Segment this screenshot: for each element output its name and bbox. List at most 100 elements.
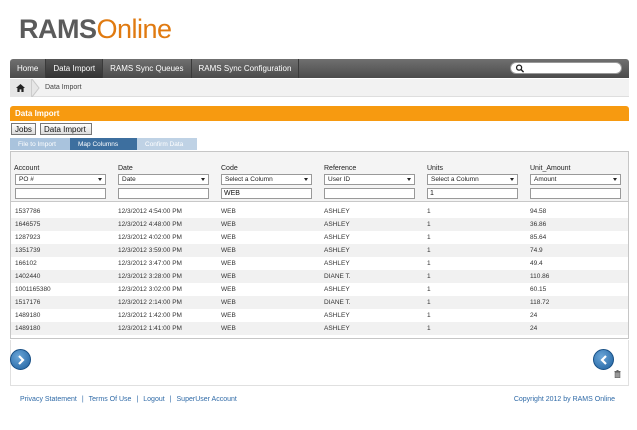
breadcrumb-current: Data Import — [45, 84, 82, 91]
panel-header: Data Import — [10, 106, 629, 121]
cell-date: 12/3/2012 4:48:00 PM — [118, 221, 182, 228]
cell-units: 1 — [427, 221, 431, 228]
date-column-select[interactable]: Date — [118, 174, 209, 185]
table-row[interactable]: 1287923 12/3/2012 4:02:00 PM WEB ASHLEY 1 85.… — [11, 231, 628, 244]
prev-button[interactable] — [593, 349, 614, 370]
units-filter-input[interactable]: 1 — [427, 188, 518, 199]
cell-units: 1 — [427, 312, 431, 319]
nav-rams-sync-queues[interactable]: RAMS Sync Queues — [103, 59, 192, 78]
units-column-select[interactable]: Select a Column — [427, 174, 518, 185]
privacy-statement-link[interactable]: Privacy Statement — [20, 396, 77, 403]
cell-reference: ASHLEY — [324, 325, 350, 332]
cell-unit-amount: 24 — [530, 325, 538, 332]
superuser-account-link[interactable]: SuperUser Account — [177, 396, 237, 403]
cell-code: WEB — [221, 286, 236, 293]
data-import-button[interactable]: Data Import — [40, 123, 92, 135]
breadcrumb-chevron-icon — [32, 79, 40, 97]
chevron-down-icon — [510, 178, 514, 181]
table-row[interactable]: 1517176 12/3/2012 2:14:00 PM WEB DIANE T. 1 1… — [11, 296, 628, 309]
breadcrumb-home[interactable] — [10, 79, 32, 97]
cell-units: 1 — [427, 299, 431, 306]
cell-reference: DIANE T. — [324, 273, 351, 280]
grid-header: Account Date Code Reference Units Unit_A… — [11, 152, 628, 202]
table-row[interactable]: 1489180 12/3/2012 1:41:00 PM WEB ASHLEY 1 24 — [11, 322, 628, 335]
table-row[interactable]: 1489180 12/3/2012 1:42:00 PM WEB ASHLEY 1 24 — [11, 309, 628, 322]
cell-unit-amount: 24 — [530, 312, 538, 319]
table-row[interactable]: 1001165380 12/3/2012 3:02:00 PM WEB ASHLEY 1… — [11, 283, 628, 296]
cell-code: WEB — [221, 273, 236, 280]
cell-units: 1 — [427, 273, 431, 280]
cell-units: 1 — [427, 260, 431, 267]
unit-amount-filter-input[interactable] — [530, 188, 621, 199]
code-column-select[interactable]: Select a Column — [221, 174, 312, 185]
table-row[interactable]: 1646575 12/3/2012 4:48:00 PM WEB ASHLEY 1 36.… — [11, 218, 628, 231]
home-icon — [16, 84, 25, 92]
cell-reference: DIANE T. — [324, 299, 351, 306]
search-input[interactable] — [510, 62, 622, 74]
logo: RAMSOnline — [19, 14, 172, 44]
footer-links: Privacy Statement | Terms Of Use | Logout | Su… — [20, 396, 237, 403]
logo-rams: RAMS — [19, 14, 97, 44]
cell-reference: ASHLEY — [324, 234, 350, 241]
account-select-value: PO # — [19, 176, 34, 183]
next-button[interactable] — [10, 349, 31, 370]
cell-code: WEB — [221, 312, 236, 319]
chevron-down-icon — [613, 178, 617, 181]
cell-code: WEB — [221, 299, 236, 306]
arrow-left-icon — [599, 354, 607, 365]
cell-date: 12/3/2012 3:47:00 PM — [118, 260, 182, 267]
units-select-value: Select a Column — [431, 176, 479, 183]
cell-account: 1537786 — [15, 208, 41, 215]
cell-unit-amount: 110.86 — [530, 273, 550, 280]
nav-home[interactable]: Home — [10, 59, 47, 78]
step-confirm-data[interactable]: Confirm Data — [137, 138, 197, 150]
wizard-steps: File to Import Map Columns Confirm Data — [10, 138, 197, 150]
cell-units: 1 — [427, 325, 431, 332]
cell-date: 12/3/2012 1:41:00 PM — [118, 325, 182, 332]
nav-data-import[interactable]: Data Import — [46, 59, 104, 78]
cell-account: 1287923 — [15, 234, 41, 241]
table-row[interactable]: 1351739 12/3/2012 3:59:00 PM WEB ASHLEY 1 74.… — [11, 244, 628, 257]
arrow-right-icon — [17, 354, 25, 365]
cell-code: WEB — [221, 208, 236, 215]
chevron-down-icon — [407, 178, 411, 181]
cell-unit-amount: 118.72 — [530, 299, 550, 306]
cell-unit-amount: 60.15 — [530, 286, 547, 293]
code-select-value: Select a Column — [225, 176, 273, 183]
step-file-to-import[interactable]: File to Import — [10, 138, 70, 150]
cell-date: 12/3/2012 3:02:00 PM — [118, 286, 182, 293]
chevron-down-icon — [304, 178, 308, 181]
jobs-button[interactable]: Jobs — [11, 123, 36, 135]
footer-separator: | — [136, 396, 139, 403]
logout-link[interactable]: Logout — [143, 396, 164, 403]
table-row[interactable]: 1402440 12/3/2012 3:28:00 PM WEB DIANE T. 1 1… — [11, 270, 628, 283]
date-filter-input[interactable] — [118, 188, 209, 199]
account-column-select[interactable]: PO # — [15, 174, 106, 185]
reference-select-value: User ID — [328, 176, 351, 183]
reference-column-select[interactable]: User ID — [324, 174, 415, 185]
breadcrumb: Data Import — [10, 79, 629, 97]
panel-title: Data Import — [15, 109, 60, 118]
cell-date: 12/3/2012 3:28:00 PM — [118, 273, 182, 280]
cell-units: 1 — [427, 286, 431, 293]
table-row[interactable]: 1537786 12/3/2012 4:54:00 PM WEB ASHLEY 1 94.… — [11, 205, 628, 218]
step-map-columns[interactable]: Map Columns — [70, 138, 137, 150]
cell-unit-amount: 94.58 — [530, 208, 547, 215]
col-title-reference: Reference — [324, 165, 357, 172]
unit-amount-column-select[interactable]: Amount — [530, 174, 621, 185]
cell-units: 1 — [427, 234, 431, 241]
reference-filter-input[interactable] — [324, 188, 415, 199]
cell-account: 1489180 — [15, 312, 41, 319]
code-filter-input[interactable]: WEB — [221, 188, 312, 199]
trash-icon[interactable] — [614, 370, 621, 378]
col-title-date: Date — [118, 165, 133, 172]
cell-account: 1517176 — [15, 299, 41, 306]
terms-of-use-link[interactable]: Terms Of Use — [89, 396, 132, 403]
cell-unit-amount: 85.64 — [530, 234, 547, 241]
cell-units: 1 — [427, 208, 431, 215]
table-row[interactable]: 166102 12/3/2012 3:47:00 PM WEB ASHLEY 1 49.4 — [11, 257, 628, 270]
cell-reference: ASHLEY — [324, 221, 350, 228]
nav-rams-sync-configuration[interactable]: RAMS Sync Configuration — [192, 59, 300, 78]
account-filter-input[interactable] — [15, 188, 106, 199]
footer-separator: | — [81, 396, 84, 403]
